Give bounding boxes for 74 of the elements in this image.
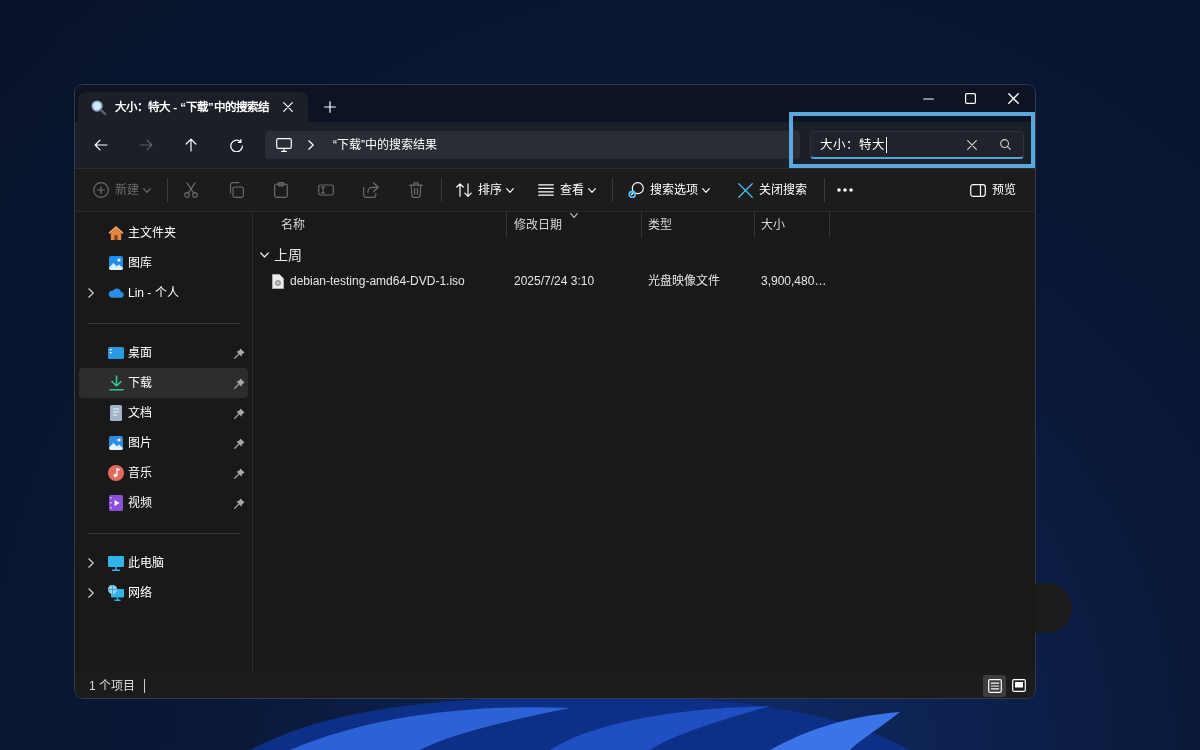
file-type: 光盘映像文件 <box>648 273 720 289</box>
file-size: 3,900,480… <box>761 273 827 289</box>
sidebar-item[interactable]: 桌面 <box>79 338 248 368</box>
sidebar-item[interactable]: 视频 <box>79 488 248 518</box>
address-bar[interactable]: “下载”中的搜索结果 <box>265 131 800 159</box>
close-icon <box>738 182 753 198</box>
list-lines-icon <box>987 678 1002 693</box>
clipboard-icon <box>274 182 288 198</box>
close-search-button[interactable]: 关闭搜索 <box>730 174 815 206</box>
more-icon <box>837 188 853 192</box>
plus-circle-icon <box>93 182 109 198</box>
plus-icon <box>324 101 336 113</box>
back-arrow-icon <box>94 139 108 151</box>
copy-icon <box>228 182 244 198</box>
desktop-icon <box>108 347 124 359</box>
forward-arrow-icon <box>139 139 153 151</box>
network-computer-icon <box>108 585 124 601</box>
up-arrow-icon <box>185 138 197 152</box>
house-icon <box>108 225 124 241</box>
refresh-icon <box>229 138 243 152</box>
column-header[interactable]: 大小 <box>755 212 830 238</box>
sidebar-item[interactable]: 网络 <box>79 578 248 608</box>
rename-icon <box>318 183 334 197</box>
minimize-icon <box>922 97 934 100</box>
text-cursor <box>886 136 887 153</box>
search-settings-icon <box>628 182 644 198</box>
trash-icon <box>409 182 423 198</box>
disc-file-icon <box>272 273 284 289</box>
sidebar-item[interactable]: 下载 <box>79 368 248 398</box>
chevron-right-icon <box>308 140 314 150</box>
lines-icon <box>538 184 554 196</box>
sidebar-item[interactable]: 文档 <box>79 398 248 428</box>
sidebar-item[interactable]: 主文件夹 <box>79 218 248 248</box>
search-icon <box>999 139 1011 150</box>
cloud-icon <box>108 287 124 299</box>
column-header[interactable]: 修改日期 <box>507 212 642 238</box>
maximize-icon <box>964 93 976 104</box>
column-header[interactable]: 名称 <box>253 212 507 238</box>
column-header[interactable]: 类型 <box>642 212 755 238</box>
item-count: 1 个项目 <box>89 677 135 694</box>
sort-arrows-icon <box>456 183 472 197</box>
details-view-button[interactable] <box>983 674 1006 697</box>
sidebar-item[interactable]: 音乐 <box>79 458 248 488</box>
panel-icon <box>970 183 986 197</box>
breadcrumb-item[interactable]: “下载”中的搜索结果 <box>333 137 437 153</box>
close-icon <box>967 139 977 150</box>
sidebar-item[interactable]: 图库 <box>79 248 248 278</box>
search-options-button[interactable]: 搜索选项 <box>620 174 718 206</box>
search-icon <box>91 99 106 115</box>
sort-button[interactable]: 排序 <box>448 174 522 206</box>
panel-window-icon <box>1011 679 1026 692</box>
document-icon <box>110 405 122 421</box>
close-icon <box>1007 93 1019 104</box>
scissors-icon <box>184 182 198 198</box>
search-field[interactable]: 大小：特大 <box>810 131 1024 159</box>
close-icon <box>283 102 293 112</box>
computer-icon <box>108 555 124 571</box>
music-note-icon <box>108 465 124 481</box>
tab[interactable]: 大小：特大 - “下载”中的搜索结 <box>78 92 308 122</box>
preview-button[interactable]: 预览 <box>962 174 1024 206</box>
sidebar-item[interactable]: Lin - 个人 <box>79 278 248 308</box>
file-name: debian-testing-amd64-DVD-1.iso <box>290 273 465 289</box>
computer-icon <box>276 138 292 152</box>
picture-icon <box>108 255 124 271</box>
view-button[interactable]: 查看 <box>530 174 604 206</box>
picture-icon <box>108 435 124 451</box>
sidebar-item[interactable]: 此电脑 <box>79 548 248 578</box>
file-row[interactable]: debian-testing-amd64-DVD-1.iso 2025/7/24 3:10 光盘映像文件 3,900,480… <box>253 269 1035 293</box>
group-header[interactable]: 上周 <box>253 241 306 269</box>
share-icon <box>363 182 379 198</box>
modified-date: 2025/7/24 3:10 <box>514 273 595 289</box>
sidebar-item[interactable]: 图片 <box>79 428 248 458</box>
download-arrow-icon <box>108 375 124 391</box>
video-icon <box>109 495 123 511</box>
